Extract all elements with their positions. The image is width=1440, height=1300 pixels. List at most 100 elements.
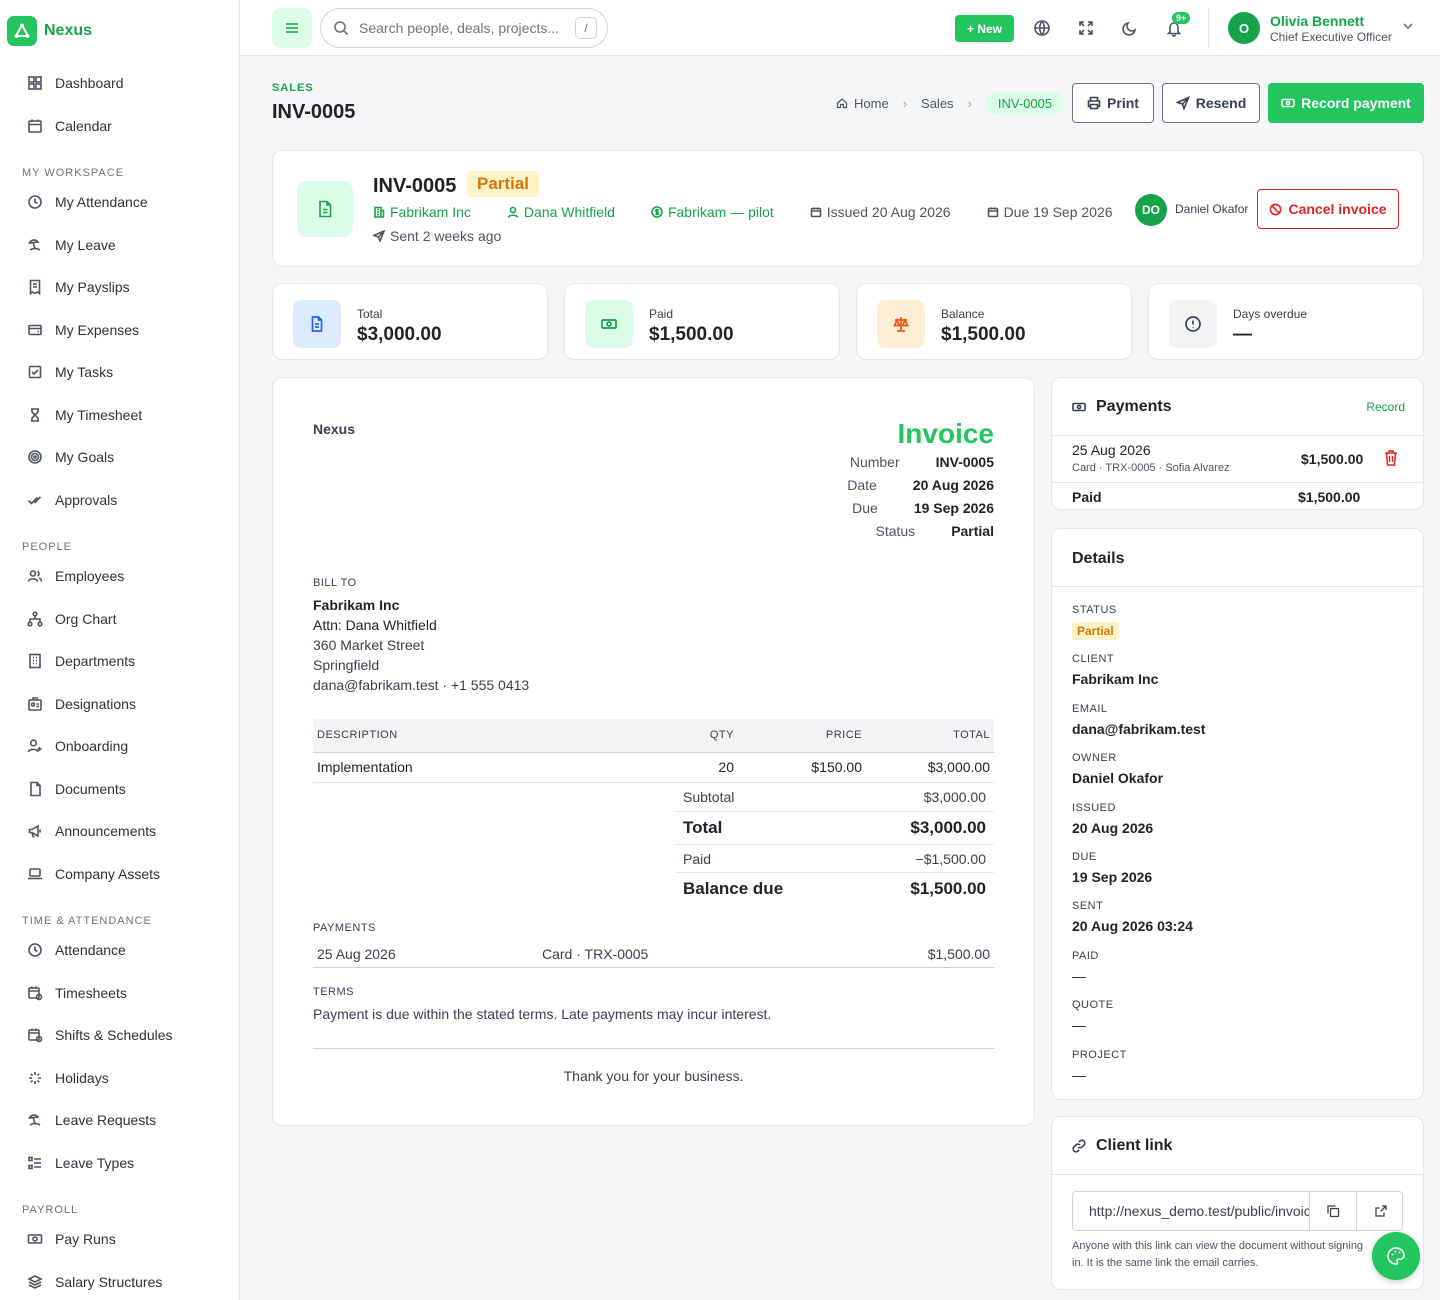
cancel-invoice-label: Cancel invoice <box>1288 201 1387 217</box>
sidebar-item-pay-runs[interactable]: Pay Runs <box>0 1218 239 1261</box>
breadcrumb-home[interactable]: Home <box>854 96 889 111</box>
chevron-down-icon[interactable] <box>1402 20 1414 32</box>
sidebar-item-my-tasks[interactable]: My Tasks <box>0 351 239 394</box>
sidebar-item-onboarding[interactable]: Onboarding <box>0 725 239 768</box>
page-title: INV-0005 <box>272 101 356 123</box>
sidebar-item-label: My Payslips <box>55 279 130 296</box>
sidebar-item-my-leave[interactable]: My Leave <box>0 224 239 267</box>
sidebar-item-dashboard[interactable]: Dashboard <box>0 62 239 105</box>
building-icon <box>29 653 41 669</box>
laptop-icon <box>28 867 42 880</box>
trash-icon[interactable] <box>1383 449 1399 467</box>
detail-value: 20 Aug 2026 03:24 <box>1072 918 1193 935</box>
sidebar-item-leave-requests[interactable]: Leave Requests <box>0 1099 239 1142</box>
sidebar-item-my-timesheet[interactable]: My Timesheet <box>0 394 239 437</box>
sidebar-item-timesheets[interactable]: Timesheets <box>0 972 239 1015</box>
copy-link-button[interactable] <box>1309 1192 1356 1230</box>
scale-icon <box>877 300 925 348</box>
globe-icon[interactable] <box>1032 18 1052 38</box>
column-header: DESCRIPTION <box>313 719 658 753</box>
print-button[interactable]: Print <box>1072 83 1154 123</box>
deal-link[interactable]: Fabrikam — pilot <box>651 204 792 220</box>
nexus-logo-icon <box>7 16 37 46</box>
breadcrumb-sales[interactable]: Sales <box>921 96 954 111</box>
cancel-invoice-button[interactable]: Cancel invoice <box>1257 189 1399 229</box>
stat-total: Total $3,000.00 <box>272 283 548 360</box>
sidebar-item-label: Onboarding <box>55 738 129 755</box>
open-link-button[interactable] <box>1356 1192 1402 1230</box>
sidebar-item-label: Departments <box>55 653 136 670</box>
theme-palette-button[interactable] <box>1372 1232 1420 1280</box>
menu-toggle-button[interactable] <box>272 8 312 48</box>
invoice-number: INV-0005 <box>373 175 457 197</box>
sidebar-item-org-chart[interactable]: Org Chart <box>0 598 239 641</box>
user-name[interactable]: Olivia Bennett <box>1270 13 1364 29</box>
record-link[interactable]: Record <box>1366 400 1405 414</box>
resend-button[interactable]: Resend <box>1162 83 1260 123</box>
line-total: $3,000.00 <box>866 752 994 783</box>
sidebar-item-designations[interactable]: Designations <box>0 683 239 726</box>
client-link[interactable]: Fabrikam Inc <box>373 204 489 220</box>
line-price: $150.00 <box>738 752 866 783</box>
sidebar-item-attendance[interactable]: Attendance <box>0 929 239 972</box>
checkbox-icon <box>28 365 42 379</box>
client-link-url-input[interactable] <box>1073 1192 1309 1230</box>
list-icon <box>28 1156 41 1170</box>
detail-label: OWNER <box>1072 752 1117 765</box>
dashboard-icon <box>28 76 42 91</box>
sidebar-item-employees[interactable]: Employees <box>0 555 239 598</box>
sidebar-section-title: MY WORKSPACE <box>22 167 125 179</box>
sidebar-item-my-attendance[interactable]: My Attendance <box>0 181 239 224</box>
sidebar-item-my-goals[interactable]: My Goals <box>0 436 239 479</box>
user-avatar[interactable]: O <box>1228 12 1260 44</box>
sidebar-item-leave-types[interactable]: Leave Types <box>0 1142 239 1185</box>
detail-label: SENT <box>1072 900 1104 913</box>
stat-value: $3,000.00 <box>357 324 442 345</box>
payment-amount: $1,500.00 <box>1301 451 1364 467</box>
fullscreen-icon[interactable] <box>1076 18 1096 38</box>
client-name: Fabrikam Inc <box>390 204 471 220</box>
search-input[interactable] <box>359 20 569 36</box>
sidebar-item-documents[interactable]: Documents <box>0 768 239 811</box>
sidebar-item-label: My Leave <box>55 236 116 253</box>
link-icon <box>1072 1139 1086 1153</box>
sidebar-item-my-payslips[interactable]: My Payslips <box>0 266 239 309</box>
detail-value: — <box>1072 1066 1086 1083</box>
global-search[interactable]: / <box>320 8 608 48</box>
topbar: / + New 9+ O Olivia Bennett Chief Execut… <box>240 0 1440 56</box>
payment-date: 25 Aug 2026 <box>317 946 396 962</box>
sidebar-item-approvals[interactable]: Approvals <box>0 479 239 522</box>
sent-text: Sent 2 weeks ago <box>390 228 502 244</box>
sidebar-item-departments[interactable]: Departments <box>0 640 239 683</box>
meta-key: Status <box>875 523 916 539</box>
total-value: $3,000.00 <box>910 818 986 837</box>
meta-value: 20 Aug 2026 <box>912 477 994 493</box>
sidebar-item-company-assets[interactable]: Company Assets <box>0 853 239 896</box>
detail-value: 20 Aug 2026 <box>1072 819 1154 836</box>
page-eyebrow: SALES <box>272 82 314 94</box>
clock-icon <box>28 943 42 958</box>
calendar-icon <box>987 207 998 218</box>
sidebar-item-label: Org Chart <box>55 610 117 627</box>
brand[interactable]: Nexus <box>0 0 239 62</box>
stat-balance: Balance $1,500.00 <box>856 283 1132 360</box>
terms-label: TERMS <box>313 986 354 998</box>
record-payment-label: Record payment <box>1301 95 1411 111</box>
cash-icon <box>585 300 633 348</box>
contact-link[interactable]: Dana Whitfield <box>507 204 633 220</box>
sidebar-item-holidays[interactable]: Holidays <box>0 1057 239 1100</box>
meta-key: Due <box>852 500 878 516</box>
record-payment-button[interactable]: Record payment <box>1268 83 1424 123</box>
invoice-document: Nexus Invoice Number INV-0005 Date 20 Aug … <box>272 377 1035 1126</box>
sidebar-item-announcements[interactable]: Announcements <box>0 810 239 853</box>
sidebar-item-salary-structures[interactable]: Salary Structures <box>0 1261 239 1300</box>
external-link-icon <box>1374 1205 1387 1217</box>
sidebar-item-my-expenses[interactable]: My Expenses <box>0 309 239 352</box>
new-button[interactable]: + New <box>955 15 1014 42</box>
invoice-company: Nexus <box>313 421 356 437</box>
sidebar-item-label: My Timesheet <box>55 406 143 423</box>
dark-mode-icon[interactable] <box>1120 18 1140 38</box>
sidebar-item-shifts-schedules[interactable]: Shifts & Schedules <box>0 1014 239 1057</box>
sidebar-item-calendar[interactable]: Calendar <box>0 105 239 148</box>
invoice-meta-row: Date 20 Aug 2026 <box>817 477 994 493</box>
